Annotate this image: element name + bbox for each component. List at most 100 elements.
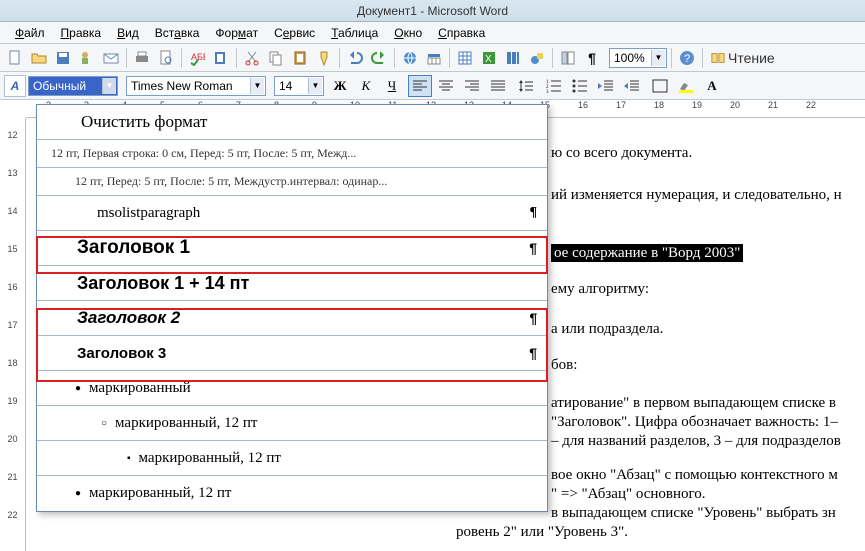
numbering-button[interactable]: 123: [542, 75, 566, 97]
doc-text: в выпадающем списке "Уровень" выбрать зн: [551, 504, 836, 524]
research-button[interactable]: [210, 47, 232, 69]
doc-map-button[interactable]: [557, 47, 579, 69]
dropdown-arrow-icon[interactable]: ▼: [308, 78, 322, 94]
align-justify-button[interactable]: [486, 75, 510, 97]
copy-button[interactable]: [265, 47, 287, 69]
align-right-button[interactable]: [460, 75, 484, 97]
bullets-button[interactable]: [568, 75, 592, 97]
doc-text: "Заголовок". Цифра обозначает важность: …: [551, 413, 838, 433]
svg-text:?: ?: [684, 53, 690, 65]
doc-text: " => "Абзац" основного.: [551, 485, 706, 505]
style-option-desc2[interactable]: 12 пт, Перед: 5 пт, После: 5 пт, Междуст…: [37, 168, 547, 196]
doc-text: ю со всего документа.: [551, 144, 692, 164]
reading-layout-button[interactable]: Чтение: [707, 47, 779, 69]
menu-tools[interactable]: Сервис: [267, 24, 322, 42]
style-option-heading2[interactable]: Заголовок 2¶: [37, 301, 547, 336]
preview-button[interactable]: [155, 47, 177, 69]
doc-text: ое содержание в "Ворд 2003": [551, 244, 743, 264]
permission-button[interactable]: [76, 47, 98, 69]
doc-text: ий изменяется нумерация, и следовательно…: [551, 186, 842, 206]
help-button[interactable]: ?: [676, 47, 698, 69]
menu-window[interactable]: Окно: [387, 24, 429, 42]
pilcrow-icon: ¶: [529, 345, 537, 361]
undo-button[interactable]: [344, 47, 366, 69]
pilcrow-icon: ¶: [529, 205, 537, 221]
doc-text: атирование" в первом выпадающем списке в: [551, 394, 836, 414]
style-dropdown: Очистить формат 12 пт, Первая строка: 0 …: [36, 104, 548, 512]
style-option-bullet3[interactable]: ▪маркированный, 12 пт: [37, 441, 547, 476]
italic-button[interactable]: К: [354, 75, 378, 97]
decrease-indent-button[interactable]: [594, 75, 618, 97]
spell-button[interactable]: АБВ: [186, 47, 208, 69]
menu-edit[interactable]: Правка: [54, 24, 109, 42]
svg-text:X: X: [485, 54, 492, 65]
format-painter-button[interactable]: [313, 47, 335, 69]
style-option-heading1-14pt[interactable]: Заголовок 1 + 14 пт: [37, 266, 547, 301]
redo-button[interactable]: [368, 47, 390, 69]
new-doc-button[interactable]: [4, 47, 26, 69]
borders-button[interactable]: [648, 75, 672, 97]
style-option-bullet1[interactable]: ●маркированный: [37, 371, 547, 406]
doc-text: а или подраздела.: [551, 320, 663, 340]
cut-button[interactable]: [241, 47, 263, 69]
font-combo[interactable]: Times New Roman ▼: [126, 76, 266, 96]
dropdown-arrow-icon[interactable]: ▼: [250, 78, 264, 94]
menu-bar: Файл Правка Вид Вставка Формат Сервис Та…: [0, 22, 865, 44]
reading-label: Чтение: [728, 50, 775, 66]
doc-text: – для названий разделов, 3 – для подразд…: [551, 432, 841, 452]
size-combo[interactable]: 14 ▼: [274, 76, 324, 96]
styles-pane-button[interactable]: A: [4, 75, 26, 97]
columns-button[interactable]: [502, 47, 524, 69]
mail-button[interactable]: [100, 47, 122, 69]
style-value: Обычный: [33, 79, 86, 93]
insert-table-button[interactable]: [454, 47, 476, 69]
print-button[interactable]: [131, 47, 153, 69]
doc-text: ровень 2" или "Уровень 3".: [456, 523, 628, 543]
zoom-combo[interactable]: 100% ▼: [609, 48, 667, 68]
window-title: Документ1 - Microsoft Word: [357, 4, 508, 18]
open-button[interactable]: [28, 47, 50, 69]
vertical-ruler[interactable]: 12 13 14 15 16 17 18 19 20 21 22: [0, 118, 26, 551]
style-option-bullet4[interactable]: ●маркированный, 12 пт: [37, 476, 547, 511]
increase-indent-button[interactable]: [620, 75, 644, 97]
font-color-button[interactable]: A: [700, 75, 724, 97]
line-spacing-button[interactable]: [514, 75, 538, 97]
underline-button[interactable]: Ч: [380, 75, 404, 97]
paste-button[interactable]: [289, 47, 311, 69]
style-option-heading3[interactable]: Заголовок 3¶: [37, 336, 547, 371]
pilcrow-icon: ¶: [529, 310, 537, 326]
zoom-value: 100%: [614, 51, 645, 65]
svg-text:3: 3: [546, 90, 549, 93]
window-title-bar: Документ1 - Microsoft Word: [0, 0, 865, 22]
tables-button[interactable]: [423, 47, 445, 69]
align-center-button[interactable]: [434, 75, 458, 97]
style-option-desc1[interactable]: 12 пт, Первая строка: 0 см, Перед: 5 пт,…: [37, 140, 547, 168]
align-left-button[interactable]: [408, 75, 432, 97]
menu-help[interactable]: Справка: [431, 24, 492, 42]
drawing-button[interactable]: [526, 47, 548, 69]
style-option-mso[interactable]: msolistparagraph¶: [37, 196, 547, 231]
save-button[interactable]: [52, 47, 74, 69]
style-option-bullet2[interactable]: ○маркированный, 12 пт: [37, 406, 547, 441]
bold-button[interactable]: Ж: [328, 75, 352, 97]
excel-button[interactable]: X: [478, 47, 500, 69]
doc-text: бов:: [551, 356, 577, 376]
style-option-clear[interactable]: Очистить формат: [37, 105, 547, 140]
font-value: Times New Roman: [131, 79, 233, 93]
doc-text: вое окно "Абзац" с помощью контекстного …: [551, 466, 838, 486]
menu-format[interactable]: Формат: [208, 24, 265, 42]
hyperlink-button[interactable]: [399, 47, 421, 69]
standard-toolbar: АБВ X ¶ 100% ▼ ? Чтение: [0, 44, 865, 72]
style-combo[interactable]: Обычный ▼: [28, 76, 118, 96]
show-marks-button[interactable]: ¶: [581, 47, 603, 69]
style-option-heading1[interactable]: Заголовок 1¶: [37, 231, 547, 266]
highlight-button[interactable]: [674, 75, 698, 97]
pilcrow-icon: ¶: [529, 240, 537, 256]
menu-insert[interactable]: Вставка: [148, 24, 207, 42]
menu-view[interactable]: Вид: [110, 24, 146, 42]
size-value: 14: [279, 79, 292, 93]
menu-table[interactable]: Таблица: [324, 24, 385, 42]
dropdown-arrow-icon[interactable]: ▼: [102, 78, 116, 94]
doc-text: ему алгоритму:: [551, 280, 649, 300]
menu-file[interactable]: Файл: [8, 24, 52, 42]
